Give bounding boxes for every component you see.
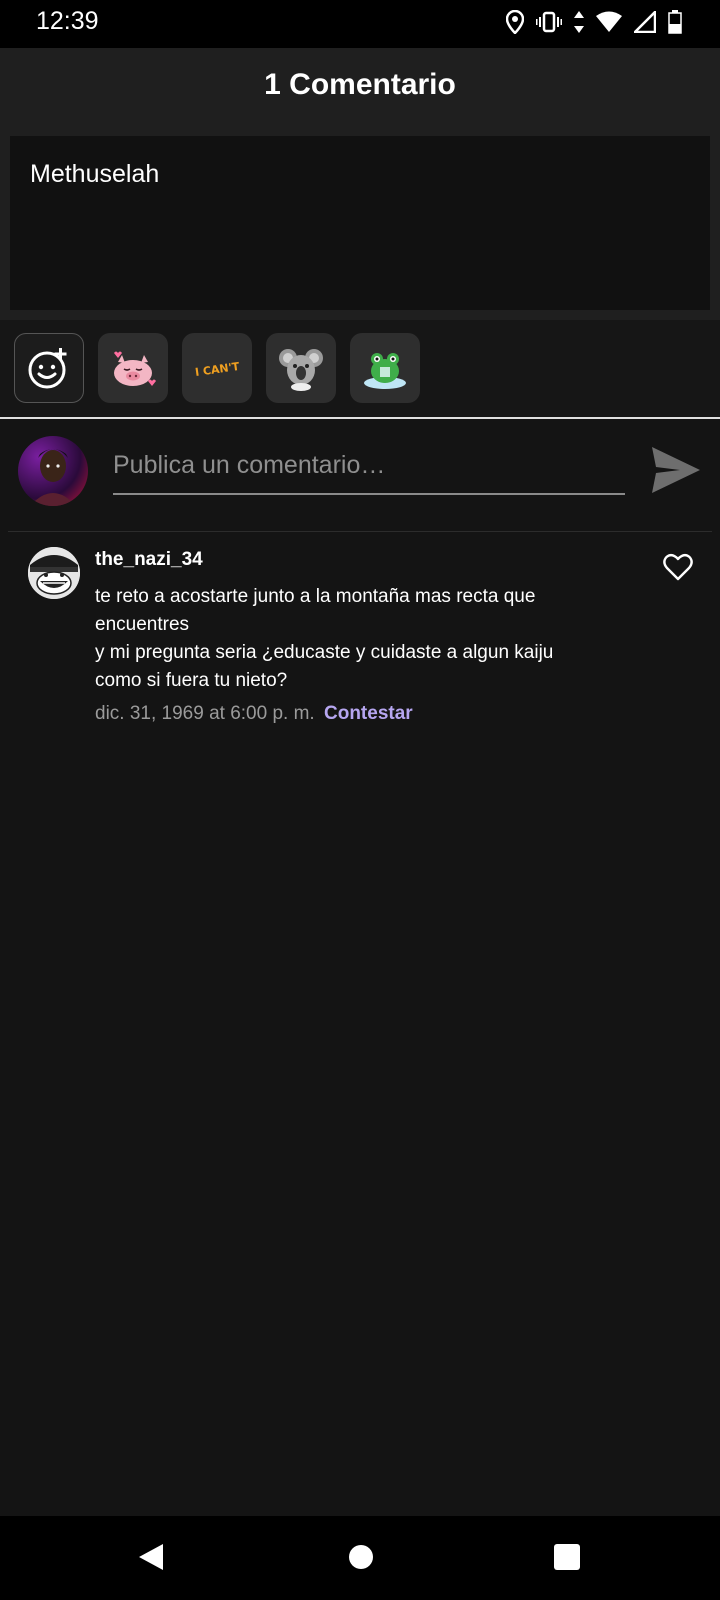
comment-text-line: te reto a acostarte junto a la montaña m… (95, 586, 536, 607)
comment-text: te reto a acostarte junto a la montaña m… (95, 583, 595, 695)
comment-text-line: encuentres (95, 614, 190, 635)
avatar (18, 436, 88, 506)
system-nav-bar (0, 1516, 720, 1600)
send-button[interactable] (650, 445, 702, 495)
page-title: 1 Comentario (264, 68, 456, 101)
recents-button[interactable] (554, 1544, 580, 1574)
home-icon (349, 1545, 373, 1569)
emoji-picker-button[interactable] (14, 333, 84, 403)
signal-icon (634, 11, 656, 33)
i-cant-sticker-text: I CAN'T (194, 360, 240, 379)
list-divider (8, 531, 712, 532)
comment-item: the_nazi_34 te reto a acostarte junto a … (0, 533, 720, 733)
comment-input[interactable] (113, 437, 625, 495)
koala-sticker-button[interactable] (266, 333, 336, 403)
i-cant-sticker-button[interactable]: I CAN'T (182, 333, 252, 403)
koala-sticker (279, 349, 323, 391)
emoji-add-icon (28, 348, 67, 389)
i-cant-sticker: I CAN'T (194, 360, 240, 379)
comment-timestamp: dic. 31, 1969 at 6:00 p. m. (95, 703, 315, 724)
status-bar: 12:39 (0, 0, 720, 48)
reply-button[interactable]: Contestar (324, 703, 413, 725)
pig-sticker (114, 351, 156, 386)
comment-username[interactable]: the_nazi_34 (95, 549, 203, 571)
recents-icon (554, 1544, 580, 1570)
commenter-avatar[interactable] (28, 547, 80, 599)
like-button[interactable] (663, 553, 693, 581)
comment-text-line: y mi pregunta seria ¿educaste y cuidaste… (95, 642, 554, 663)
frog-sticker-button[interactable] (350, 333, 420, 403)
post-panel: Methuselah (0, 136, 720, 320)
heart-icon (663, 553, 693, 581)
back-icon (139, 1544, 163, 1570)
wifi-icon (596, 11, 622, 32)
status-time: 12:39 (36, 7, 99, 35)
post-preview[interactable]: Methuselah (10, 136, 710, 310)
battery-icon (668, 10, 682, 34)
data-arrows-icon (574, 11, 584, 33)
location-icon (506, 10, 524, 34)
back-button[interactable] (137, 1542, 165, 1576)
send-icon (652, 447, 700, 493)
pig-sticker-button[interactable] (98, 333, 168, 403)
frog-sticker (364, 353, 406, 389)
sticker-row: I CAN'T (0, 320, 720, 416)
post-text: Methuselah (30, 160, 160, 188)
comment-compose (0, 419, 720, 531)
comment-text-line: como si fuera tu nieto? (95, 670, 288, 691)
comments-header: 1 Comentario (0, 48, 720, 136)
vibrate-icon (536, 11, 562, 33)
home-button[interactable] (348, 1544, 374, 1574)
status-icons (506, 10, 682, 34)
